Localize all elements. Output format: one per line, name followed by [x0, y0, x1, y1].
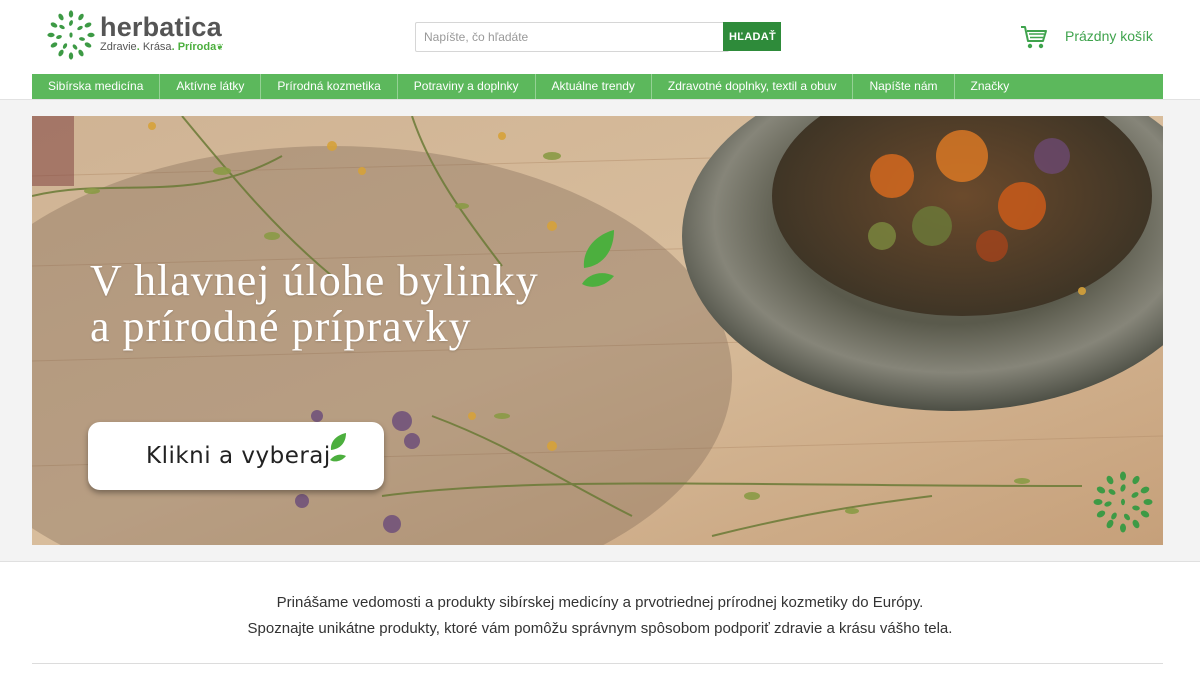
- nav-item-aktivne-latky[interactable]: Aktívne látky: [160, 74, 262, 99]
- intro-text: Prinášame vedomosti a produkty sibírskej…: [0, 590, 1200, 642]
- brand-name: herbatica: [100, 12, 222, 42]
- cart-link[interactable]: Prázdny košík: [1020, 24, 1160, 52]
- nav-item-potraviny-a-doplnky[interactable]: Potraviny a doplnky: [398, 74, 536, 99]
- nav-item-sibirska-medicina[interactable]: Sibírska medicína: [32, 74, 161, 99]
- hero-title: V hlavnej úlohe bylinky a prírodné prípr…: [90, 258, 539, 350]
- search-input[interactable]: [415, 22, 729, 52]
- cart-label: Prázdny košík: [1065, 28, 1153, 44]
- nav-item-zdravotne-doplnky[interactable]: Zdravotné doplnky, textil a obuv: [652, 74, 854, 99]
- nav-item-aktualne-trendy[interactable]: Aktuálne trendy: [536, 74, 652, 99]
- brand-badge-icon: [1093, 471, 1153, 533]
- site-header: herbatica Zdravie. Krása. Príroda❦ HĽADA…: [0, 0, 1200, 100]
- hero-title-line-2: a prírodné prípravky: [90, 302, 472, 351]
- hero-title-line-1: V hlavnej úlohe bylinky: [90, 256, 539, 305]
- nav-item-znacky[interactable]: Značky: [955, 74, 1026, 99]
- search-button[interactable]: HĽADAŤ: [723, 22, 781, 51]
- cta-label: Klikni a vyberaj: [146, 443, 331, 469]
- nav-item-prirodna-kozmetika[interactable]: Prírodná kozmetika: [261, 74, 398, 99]
- intro-section: Prinášame vedomosti a produkty sibírskej…: [0, 562, 1200, 686]
- tagline-part-3: Príroda: [177, 41, 217, 53]
- intro-line-1: Prinášame vedomosti a produkty sibírskej…: [276, 594, 924, 611]
- intro-line-2: Spoznajte unikátne produkty, ktoré vám p…: [247, 620, 953, 637]
- hero-banner[interactable]: V hlavnej úlohe bylinky a prírodné prípr…: [32, 116, 1163, 545]
- tagline-part-2: Krása: [142, 41, 172, 53]
- cta-button[interactable]: Klikni a vyberaj: [88, 422, 384, 490]
- cta-leaf-icon: [330, 433, 346, 462]
- logo[interactable]: herbatica Zdravie. Krása. Príroda❦: [46, 10, 224, 60]
- section-divider: [32, 663, 1163, 664]
- brand-tagline: Zdravie. Krása. Príroda❦: [100, 41, 224, 53]
- leaf-icon: [582, 230, 614, 287]
- tagline-leaf-icon: ❦: [216, 42, 224, 52]
- logo-leaf-wreath-icon: [47, 10, 95, 60]
- main-nav: Sibírska medicína Aktívne látky Prírodná…: [32, 74, 1163, 99]
- nav-item-napiste-nam[interactable]: Napíšte nám: [853, 74, 955, 99]
- header-border: [0, 99, 1200, 100]
- tagline-part-1: Zdravie: [100, 41, 137, 53]
- cart-icon: [1021, 26, 1047, 49]
